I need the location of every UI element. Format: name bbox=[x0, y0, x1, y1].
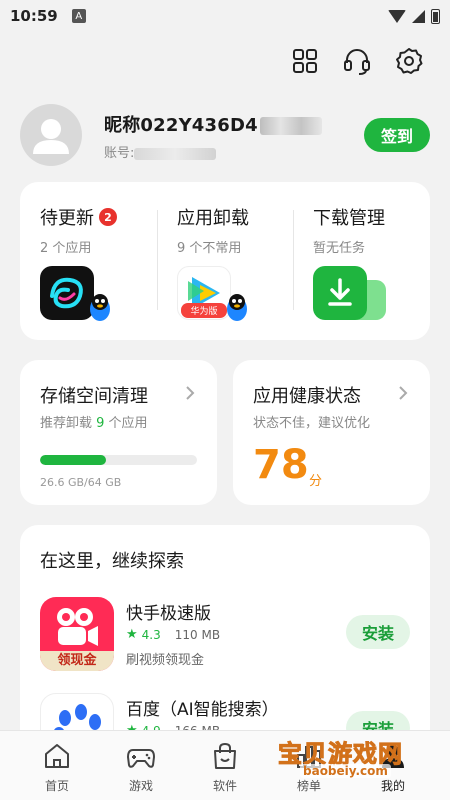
wifi-icon bbox=[388, 9, 406, 23]
storage-subtitle-prefix: 推荐卸载 bbox=[40, 416, 97, 431]
app-health-card[interactable]: 应用健康状态 状态不佳，建议优化 78 分 bbox=[233, 360, 430, 505]
pending-updates-title: 待更新 bbox=[40, 208, 94, 229]
health-title: 应用健康状态 bbox=[253, 386, 361, 407]
status-bar: 10:59 A bbox=[0, 0, 450, 32]
penguin-icon bbox=[225, 292, 249, 322]
app-size: 110 MB bbox=[174, 627, 221, 642]
account-id: 账号: bbox=[104, 142, 217, 161]
battery-icon bbox=[431, 8, 440, 24]
explore-card: 在这里，继续探索 领现金 快手极速版 ★ 4.3 110 MB 刷视频领现金 安… bbox=[20, 525, 430, 767]
storage-subtitle: 推荐卸载 9 个应用 bbox=[40, 412, 148, 431]
divider bbox=[157, 210, 158, 310]
pending-updates[interactable]: 待更新 2 2 个应用 bbox=[40, 204, 170, 256]
tab-home-label: 首页 bbox=[44, 779, 69, 793]
update-count-badge: 2 bbox=[99, 208, 117, 226]
download-manager[interactable]: 下载管理 暂无任务 bbox=[313, 204, 443, 256]
nickname-text: 昵称022Y436D4 bbox=[104, 115, 258, 136]
app-rating: 4.3 bbox=[141, 627, 161, 642]
chevron-right-icon bbox=[186, 386, 195, 400]
account-blurred bbox=[134, 147, 217, 160]
install-button[interactable]: 安装 bbox=[346, 615, 410, 649]
penguin-icon bbox=[88, 292, 112, 322]
settings-gear-icon[interactable] bbox=[394, 44, 424, 78]
storage-title: 存储空间清理 bbox=[40, 386, 148, 407]
divider bbox=[293, 210, 294, 310]
pending-app-icon bbox=[40, 266, 94, 320]
explore-title: 在这里，继续探索 bbox=[40, 551, 184, 572]
account-label: 账号: bbox=[104, 146, 135, 161]
nickname[interactable]: 昵称022Y436D4 bbox=[104, 111, 322, 137]
avatar[interactable] bbox=[20, 104, 82, 166]
tab-software-label: 软件 bbox=[212, 779, 237, 793]
tab-home[interactable]: 首页 bbox=[22, 741, 92, 794]
list-item[interactable]: 领现金 快手极速版 ★ 4.3 110 MB 刷视频领现金 安装 bbox=[40, 597, 410, 677]
tab-games-label: 游戏 bbox=[128, 779, 153, 793]
tab-software[interactable]: 软件 bbox=[190, 741, 260, 794]
health-score-unit: 分 bbox=[309, 474, 323, 489]
notification-icon: A bbox=[71, 9, 86, 23]
download-manager-subtitle: 暂无任务 bbox=[313, 241, 366, 256]
watermark: 宝贝游戏网 baobeiy.com bbox=[276, 732, 426, 784]
chevron-right-icon bbox=[399, 386, 408, 400]
header-actions bbox=[290, 44, 424, 78]
app-description: 刷视频领现金 bbox=[126, 653, 205, 668]
app-name: 百度（AI智能搜索） bbox=[126, 700, 279, 720]
app-meta: ★ 4.3 110 MB bbox=[126, 627, 220, 642]
kuaishou-app-icon: 领现金 bbox=[40, 597, 114, 671]
signal-icon bbox=[412, 9, 425, 23]
download-manager-title: 下载管理 bbox=[313, 208, 385, 229]
watermark-url: baobeiy.com bbox=[300, 764, 391, 778]
signin-button[interactable]: 签到 bbox=[364, 118, 430, 152]
download-icon bbox=[313, 266, 367, 320]
home-icon bbox=[45, 744, 69, 768]
app-uninstall-title: 应用卸载 bbox=[177, 208, 249, 229]
status-indicators bbox=[388, 8, 440, 24]
kuaishou-icon-badge: 领现金 bbox=[40, 651, 114, 671]
apps-grid-icon[interactable] bbox=[290, 44, 320, 78]
app-name: 快手极速版 bbox=[126, 604, 211, 624]
headset-icon[interactable] bbox=[342, 44, 372, 78]
pending-updates-subtitle: 2 个应用 bbox=[40, 241, 92, 256]
storage-cleanup-card[interactable]: 存储空间清理 推荐卸载 9 个应用 26.6 GB/64 GB bbox=[20, 360, 217, 505]
storage-progress-bar bbox=[40, 455, 197, 465]
quick-actions-card: 待更新 2 2 个应用 应用卸载 9 个不常用 下载管理 暂无任务 华为版 bbox=[20, 182, 430, 340]
app-uninstall-subtitle: 9 个不常用 bbox=[177, 241, 242, 256]
storage-subtitle-suffix: 个应用 bbox=[104, 416, 148, 431]
tab-games[interactable]: 游戏 bbox=[106, 741, 176, 794]
star-icon: ★ bbox=[126, 627, 138, 642]
health-score: 78 bbox=[253, 442, 309, 488]
bag-icon bbox=[214, 742, 236, 769]
status-time: 10:59 bbox=[10, 7, 58, 25]
storage-usage: 26.6 GB/64 GB bbox=[40, 476, 122, 489]
storage-progress-fill bbox=[40, 455, 106, 465]
nickname-blurred bbox=[259, 117, 322, 135]
huawei-badge: 华为版 bbox=[181, 303, 227, 318]
profile-header: 昵称022Y436D4 账号: 签到 bbox=[20, 104, 430, 166]
app-uninstall[interactable]: 应用卸载 9 个不常用 bbox=[177, 204, 307, 256]
gamepad-icon bbox=[127, 749, 155, 768]
health-subtitle: 状态不佳，建议优化 bbox=[253, 416, 371, 431]
